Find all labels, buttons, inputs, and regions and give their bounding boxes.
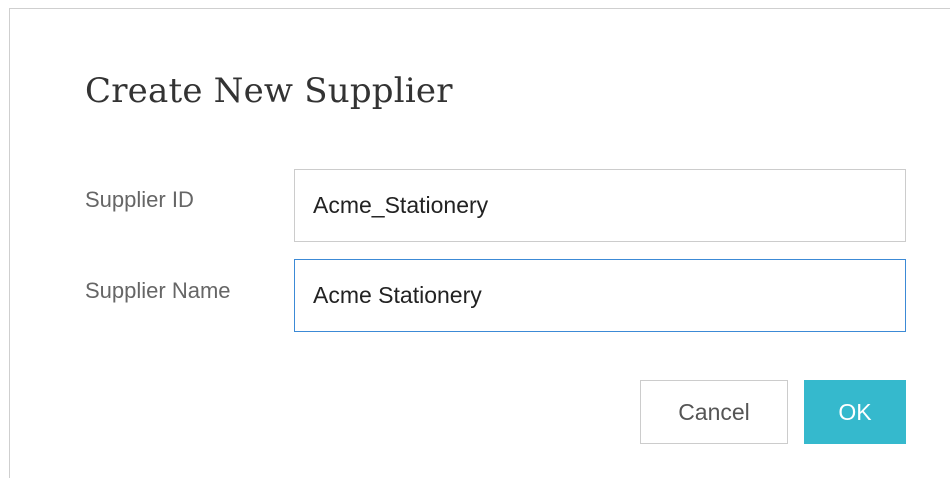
supplier-name-input[interactable] — [294, 259, 906, 332]
create-supplier-dialog: Create New Supplier Supplier ID Supplier… — [9, 8, 950, 478]
supplier-id-label: Supplier ID — [85, 187, 194, 212]
supplier-name-label: Supplier Name — [85, 278, 231, 303]
dialog-title: Create New Supplier — [85, 71, 453, 111]
cancel-button[interactable]: Cancel — [640, 380, 788, 444]
supplier-id-input[interactable] — [294, 169, 906, 242]
ok-button[interactable]: OK — [804, 380, 906, 444]
